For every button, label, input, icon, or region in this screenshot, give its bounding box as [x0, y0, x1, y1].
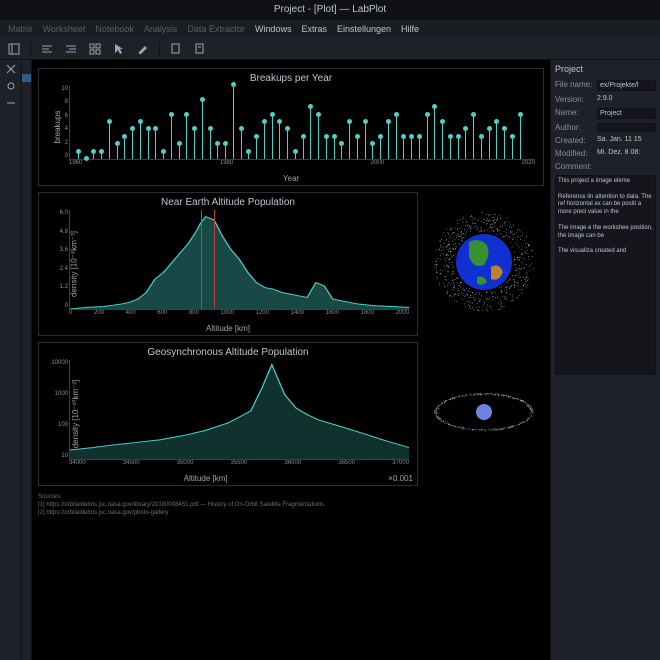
chart-title: Near Earth Altitude Population — [43, 197, 413, 208]
label-version: Version: — [555, 95, 593, 104]
earth-debris-leo-image — [424, 192, 544, 332]
chart-title: Breakups per Year — [43, 73, 539, 84]
toolbar-select-icon[interactable] — [111, 41, 127, 57]
menu-item-extras[interactable]: Extras — [301, 24, 327, 34]
comment-textarea[interactable]: This project a image eleme Reference lin… — [555, 175, 656, 375]
panel-title: Project — [555, 64, 656, 74]
sidebar-line-icon[interactable] — [6, 98, 16, 111]
label-author: Author: — [555, 123, 593, 132]
label-created: Created: — [555, 136, 593, 145]
modified-value: Mi. Dez. 8 08: — [597, 149, 656, 158]
y-ticks: 1086420 — [48, 86, 68, 159]
filename-field[interactable]: ex/Projekte/l — [597, 80, 656, 91]
toolbar-separator — [30, 42, 31, 56]
chart-breakups[interactable]: Breakups per Year breakups 1086420 19601… — [38, 68, 544, 186]
x-ticks: 1960198020002020 — [69, 160, 535, 166]
menu-item-hilfe[interactable]: Hilfe — [401, 24, 419, 34]
toolbar-new2-icon[interactable] — [192, 41, 208, 57]
plot-area[interactable]: 6.04.83.62.41.20 — [69, 210, 409, 310]
plot-area[interactable]: 10000100010010 — [69, 360, 409, 460]
worksheet-canvas[interactable]: Breakups per Year breakups 1086420 19601… — [32, 60, 550, 660]
toolbar-align1-icon[interactable] — [39, 41, 55, 57]
label-filename: File name: — [555, 80, 593, 91]
toolbar-new1-icon[interactable] — [168, 41, 184, 57]
created-value: Sa. Jan. 11 15 — [597, 136, 656, 145]
sources-text: Sources: [1] https://orbitaldebris.jsc.n… — [38, 494, 544, 517]
sidebar-close-icon[interactable] — [6, 64, 16, 77]
label-name: Name: — [555, 108, 593, 119]
name-field[interactable]: Project — [597, 108, 656, 119]
chart-title: Geosynchronous Altitude Population — [43, 347, 413, 358]
label-modified: Modified: — [555, 149, 593, 158]
menu-item-einstellungen[interactable]: Einstellungen — [337, 24, 391, 34]
plot-area[interactable]: 1086420 — [69, 86, 535, 160]
toolbar — [0, 38, 660, 60]
project-tree-collapsed[interactable] — [22, 60, 32, 660]
x-ticks: 34000345003500035500360003650037000 — [69, 460, 409, 466]
menu-bar: Matrix Worksheet Notebook Analysis Data Extr… — [0, 20, 660, 38]
menu-item-notebook[interactable]: Notebook — [95, 24, 134, 34]
x-axis-label: Altitude [km] ×0.001 — [43, 474, 413, 483]
toolbar-separator — [159, 42, 160, 56]
toolbar-align2-icon[interactable] — [63, 41, 79, 57]
y-ticks: 10000100010010 — [48, 360, 68, 459]
properties-panel: Project File name: ex/Projekte/l Version:… — [550, 60, 660, 660]
chart-near-earth[interactable]: Near Earth Altitude Population density [… — [38, 192, 418, 336]
menu-item-data extractor[interactable]: Data Extractor — [187, 24, 245, 34]
menu-item-analysis[interactable]: Analysis — [144, 24, 178, 34]
chart-geosync[interactable]: Geosynchronous Altitude Population densi… — [38, 342, 418, 486]
author-field[interactable] — [597, 123, 656, 132]
label-comment: Comment: — [555, 162, 593, 171]
toolbar-layout-icon[interactable] — [6, 41, 22, 57]
sidebar-tools — [0, 60, 22, 660]
x-ticks: 0200400600800100012001400160018002000 — [69, 310, 409, 316]
toolbar-grid-icon[interactable] — [87, 41, 103, 57]
version-value: 2.9.0 — [597, 95, 656, 104]
toolbar-edit-icon[interactable] — [135, 41, 151, 57]
x-axis-label: Altitude [km] — [43, 324, 413, 333]
sidebar-circle-icon[interactable] — [6, 81, 16, 94]
menu-item-worksheet[interactable]: Worksheet — [43, 24, 86, 34]
earth-debris-geo-image — [424, 342, 544, 482]
menu-item-matrix[interactable]: Matrix — [8, 24, 33, 34]
menu-item-windows[interactable]: Windows — [255, 24, 292, 34]
x-axis-label: Year — [43, 174, 539, 183]
y-ticks: 6.04.83.62.41.20 — [48, 210, 68, 309]
window-title: Project - [Plot] — LabPlot — [0, 0, 660, 20]
